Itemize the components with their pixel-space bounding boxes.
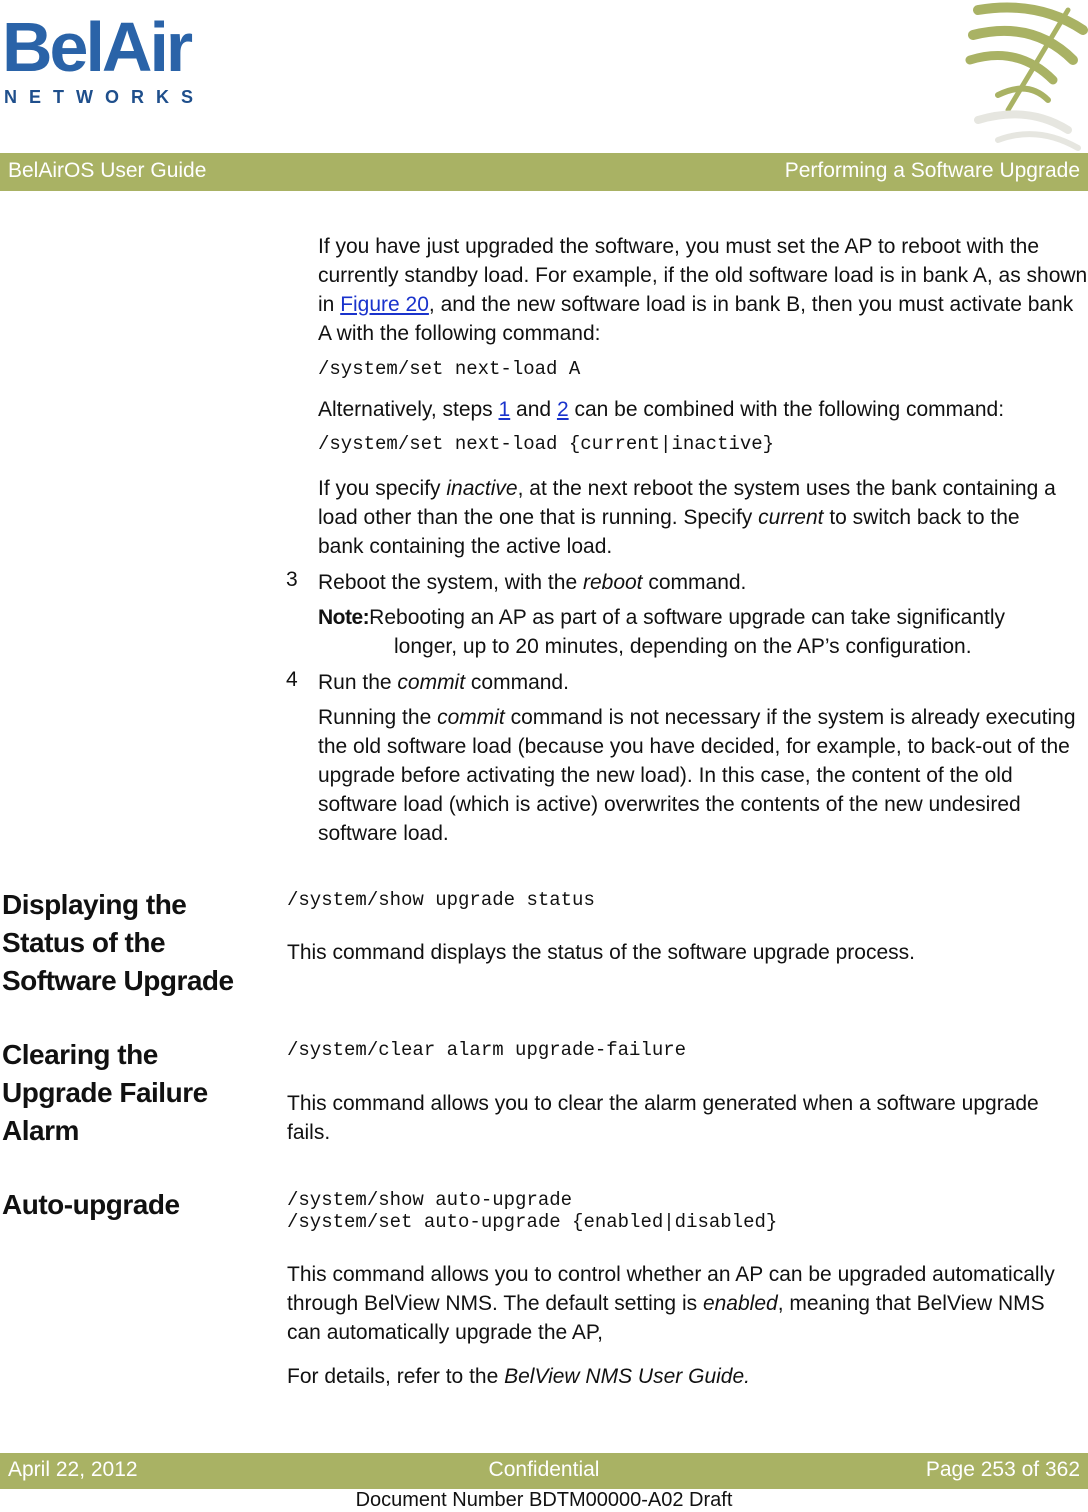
note-label: Note: <box>318 606 370 629</box>
footer-page-number: Page 253 of 362 <box>925 1458 1080 1481</box>
paragraph-commit-not-necessary: Running the commit command is not necess… <box>318 706 1076 845</box>
document-number: Document Number BDTM00000-A02 Draft <box>355 1489 733 1511</box>
text-upgrade-status: This command displays the status of the … <box>287 941 915 964</box>
code-clear-alarm: /system/clear alarm upgrade-failure <box>287 1039 687 1061</box>
code-auto-upgrade: /system/show auto-upgrade /system/set au… <box>287 1189 778 1233</box>
section-title-upgrade-status: Displaying the Status of the Software Up… <box>2 889 234 996</box>
footer-bar: April 22, 2012 Confidential Page 253 of … <box>0 1453 1088 1489</box>
belair-logo: BelAir NETWORKS <box>2 8 205 107</box>
step-4-number: 4 <box>286 668 298 691</box>
paragraph-alternatively: Alternatively, steps 1 and 2 can be comb… <box>318 398 1005 421</box>
text-clear-alarm: This command allows you to clear the ala… <box>287 1092 1039 1144</box>
paragraph-standby-load: If you have just upgraded the software, … <box>318 235 1088 345</box>
step-1-link[interactable]: 1 <box>499 398 511 421</box>
text-auto-upgrade: This command allows you to control wheth… <box>287 1263 1055 1344</box>
section-title-clear-alarm: Clearing the Upgrade Failure Alarm <box>2 1039 208 1146</box>
logo-wordmark: BelAir <box>2 8 193 86</box>
logo-subtitle: NETWORKS <box>4 87 205 107</box>
swoosh-graphic-icon <box>965 2 1088 151</box>
note-reboot-time: Note:Rebooting an AP as part of a softwa… <box>318 606 1006 658</box>
step-3-text: Reboot the system, with the reboot comma… <box>318 571 747 594</box>
figure-20-link[interactable]: Figure 20 <box>340 293 429 316</box>
chapter-title: Performing a Software Upgrade <box>784 159 1080 182</box>
section-title-auto-upgrade: Auto-upgrade <box>2 1189 180 1220</box>
step-2-link[interactable]: 2 <box>557 398 569 421</box>
text-auto-upgrade-reference: For details, refer to the BelView NMS Us… <box>287 1365 750 1388</box>
code-next-load-current-inactive: /system/set next-load {current|inactive} <box>318 433 775 455</box>
step-4-text: Run the commit command. <box>318 671 569 694</box>
code-show-upgrade-status: /system/show upgrade status <box>287 889 595 911</box>
guide-title: BelAirOS User Guide <box>8 159 207 182</box>
paragraph-inactive: If you specify inactive, at the next reb… <box>318 477 1056 558</box>
code-next-load-a: /system/set next-load A <box>318 358 581 380</box>
header-bar: BelAirOS User Guide Performing a Softwar… <box>0 153 1088 191</box>
step-3-number: 3 <box>286 568 298 591</box>
footer-confidential: Confidential <box>488 1458 600 1481</box>
